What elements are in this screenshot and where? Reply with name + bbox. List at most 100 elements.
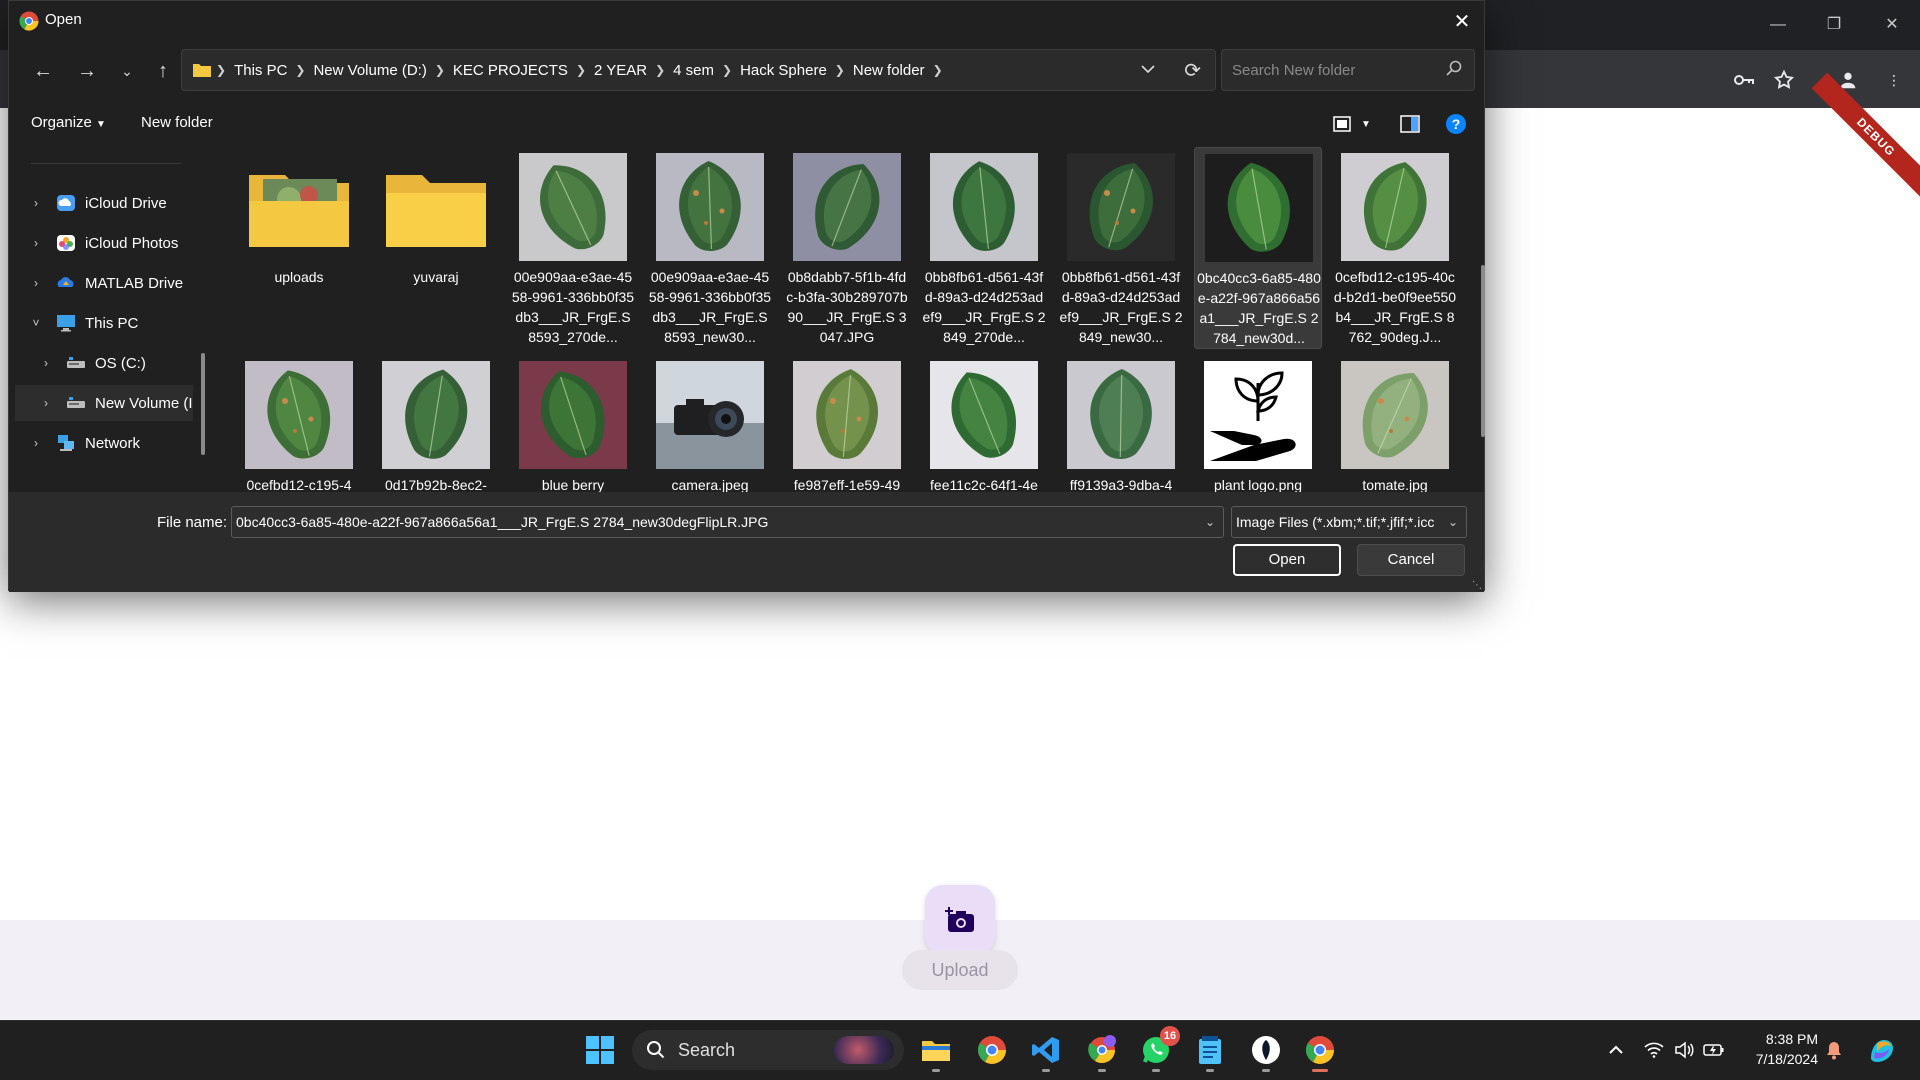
breadcrumb-this-pc[interactable]: This PC bbox=[234, 62, 287, 79]
cancel-button[interactable]: Cancel bbox=[1357, 544, 1465, 576]
breadcrumb-new-volume[interactable]: New Volume (D:) bbox=[313, 62, 426, 79]
wifi-icon[interactable] bbox=[1642, 1038, 1666, 1062]
taskbar-search[interactable]: Search bbox=[632, 1030, 904, 1070]
up-arrow-icon[interactable]: ↑ bbox=[147, 55, 179, 87]
taskbar-leaf-app[interactable] bbox=[1246, 1030, 1286, 1072]
chevron-right-icon[interactable]: › bbox=[29, 436, 43, 450]
breadcrumb-2-year[interactable]: 2 YEAR bbox=[594, 62, 647, 79]
preview-pane-icon[interactable] bbox=[1399, 113, 1421, 135]
file-item-00e909aa-e3ae-4558-9961-[interactable]: 00e909aa-e3ae-4558-9961-336bb0f35db3___J… bbox=[646, 147, 774, 349]
file-item-camera-jpeg[interactable]: camera.jpeg bbox=[646, 355, 774, 492]
search-input[interactable] bbox=[1222, 50, 1432, 90]
taskbar-whatsapp[interactable]: 16 bbox=[1136, 1026, 1180, 1072]
minimize-icon[interactable]: — bbox=[1758, 10, 1798, 40]
file-name-input[interactable]: 0bc40cc3-6a85-480e-a22f-967a866a56a1___J… bbox=[231, 506, 1224, 538]
file-item-0cefbd12-c195-40cd-b2d1-[interactable]: 0cefbd12-c195-40cd-b2d1-be0f9ee550b4___J… bbox=[1331, 147, 1459, 349]
nav-item-this-pc[interactable]: ˅ This PC bbox=[9, 305, 187, 341]
file-item-uploads[interactable]: uploads bbox=[235, 147, 363, 349]
view-options-icon[interactable] bbox=[1331, 113, 1353, 135]
recent-locations-chevron-icon[interactable]: ⌄ bbox=[111, 55, 143, 87]
taskbar-clock[interactable]: 8:38 PM 7/18/2024 bbox=[1738, 1029, 1818, 1069]
file-item-0bc40cc3-6a85-480e-a22f-[interactable]: 0bc40cc3-6a85-480e-a22f-967a866a56a1___J… bbox=[1194, 147, 1322, 349]
address-history-chevron-icon[interactable] bbox=[1141, 61, 1155, 77]
browser-close-icon[interactable]: ✕ bbox=[1872, 10, 1912, 40]
file-item-0d17b92b-8ec2[interactable]: 0d17b92b-8ec2- bbox=[372, 355, 500, 492]
browser-menu-icon[interactable]: ⋮ bbox=[1880, 66, 1908, 94]
file-item-plant-logo-png[interactable]: plant logo.png bbox=[1194, 355, 1322, 492]
new-folder-button[interactable]: New folder bbox=[141, 114, 213, 131]
nav-item-os-c[interactable]: › OS (C:) bbox=[9, 345, 187, 381]
file-name-text: 0bb8fb61-d561-43fd-89a3-d24d253adef9___J… bbox=[922, 269, 1046, 345]
file-item-0b8dabb7-5f1b-4fdc-b3fa-[interactable]: 0b8dabb7-5f1b-4fdc-b3fa-30b289707b90___J… bbox=[783, 147, 911, 349]
address-bar[interactable]: ❯ This PC ❯ New Volume (D:) ❯ KEC PROJEC… bbox=[181, 49, 1216, 91]
taskbar-chrome-profile[interactable] bbox=[1082, 1030, 1122, 1072]
help-icon[interactable]: ? bbox=[1445, 113, 1467, 135]
resize-grip-icon[interactable]: ⋱ bbox=[1472, 580, 1482, 591]
notification-bell-icon[interactable] bbox=[1822, 1038, 1846, 1062]
dialog-close-icon[interactable]: ✕ bbox=[1448, 7, 1476, 35]
folder-yuvaraj-icon bbox=[386, 175, 486, 247]
file-item-0bb8fb61-d561-43fd-89a3-[interactable]: 0bb8fb61-d561-43fd-89a3-d24d253adef9___J… bbox=[920, 147, 1048, 349]
file-item-yuvaraj[interactable]: yuvaraj bbox=[372, 147, 500, 349]
bookmark-star-icon[interactable] bbox=[1770, 66, 1798, 94]
tray-overflow-chevron-icon[interactable] bbox=[1604, 1038, 1628, 1062]
view-dropdown-chevron-icon[interactable]: ▼ bbox=[1355, 113, 1377, 135]
file-name-text: blue berry bbox=[541, 477, 605, 492]
nav-item-new-volume-i[interactable]: › New Volume (I bbox=[15, 385, 193, 421]
nav-item-matlab-drive[interactable]: › MATLAB Drive bbox=[9, 265, 187, 301]
taskbar-chrome-active[interactable] bbox=[1300, 1030, 1340, 1072]
open-button[interactable]: Open bbox=[1233, 544, 1341, 576]
breadcrumb-4-sem[interactable]: 4 sem bbox=[673, 62, 714, 79]
breadcrumb-kec-projects[interactable]: KEC PROJECTS bbox=[453, 62, 568, 79]
start-button[interactable] bbox=[580, 1030, 620, 1070]
breadcrumb-separator-icon[interactable]: ❯ bbox=[933, 63, 943, 77]
file-item-fe987eff-1e59-49[interactable]: fe987eff-1e59-49 bbox=[783, 355, 911, 492]
chevron-right-icon[interactable]: › bbox=[39, 356, 53, 370]
file-name-text: 00e909aa-e3ae-4558-9961-336bb0f35db3___J… bbox=[648, 269, 772, 345]
file-type-select[interactable]: Image Files (*.xbm;*.tif;*.jfif;*.icc ⌄ bbox=[1231, 506, 1467, 538]
breadcrumb-new-folder[interactable]: New folder bbox=[853, 62, 925, 79]
taskbar-vscode[interactable] bbox=[1026, 1030, 1066, 1072]
restore-icon[interactable]: ❐ bbox=[1814, 10, 1854, 40]
file-item-fee11c2c-64f1-4e[interactable]: fee11c2c-64f1-4e bbox=[920, 355, 1048, 492]
nav-item-icloud-photos[interactable]: › iCloud Photos bbox=[9, 225, 187, 261]
file-type-chevron-icon[interactable]: ⌄ bbox=[1443, 507, 1458, 537]
battery-icon[interactable] bbox=[1702, 1038, 1726, 1062]
open-file-dialog: Open ✕ ← → ⌄ ↑ ❯ This PC ❯ New Volume (D… bbox=[8, 0, 1485, 592]
upload-button[interactable] bbox=[925, 885, 995, 955]
volume-icon[interactable] bbox=[1672, 1038, 1696, 1062]
file-name-history-chevron-icon[interactable]: ⌄ bbox=[1205, 507, 1215, 537]
back-arrow-icon[interactable]: ← bbox=[27, 55, 59, 87]
chevron-right-icon[interactable]: › bbox=[29, 236, 43, 250]
file-name-value: 0bc40cc3-6a85-480e-a22f-967a866a56a1___J… bbox=[236, 514, 769, 530]
taskbar-notepad[interactable] bbox=[1190, 1030, 1230, 1072]
chevron-down-icon[interactable]: ˅ bbox=[29, 316, 43, 330]
nav-item-network[interactable]: › Network bbox=[9, 425, 187, 461]
search-icon[interactable] bbox=[1446, 60, 1462, 79]
leaf-thumbnail-image bbox=[1341, 361, 1449, 469]
breadcrumb-hack-sphere[interactable]: Hack Sphere bbox=[740, 62, 827, 79]
file-item-blue-berry[interactable]: blue berry bbox=[509, 355, 637, 492]
copilot-icon[interactable] bbox=[1866, 1038, 1898, 1062]
password-key-icon[interactable] bbox=[1730, 66, 1758, 94]
upload-label[interactable]: Upload bbox=[902, 950, 1018, 990]
file-item-0bb8fb61-d561-43fd-89a3-[interactable]: 0bb8fb61-d561-43fd-89a3-d24d253adef9___J… bbox=[1057, 147, 1185, 349]
search-box bbox=[1221, 49, 1475, 91]
file-item-ff9139a3-9dba-4[interactable]: ff9139a3-9dba-4 bbox=[1057, 355, 1185, 492]
file-item-0cefbd12-c195-4[interactable]: 0cefbd12-c195-4 bbox=[235, 355, 363, 492]
file-item-tomate-jpg[interactable]: tomate.jpg bbox=[1331, 355, 1459, 492]
nav-item-icloud-drive[interactable]: › iCloud Drive bbox=[9, 185, 187, 221]
chevron-right-icon[interactable]: › bbox=[29, 276, 43, 290]
refresh-icon[interactable]: ⟳ bbox=[1184, 58, 1201, 83]
chevron-right-icon[interactable]: › bbox=[29, 196, 43, 210]
taskbar-chrome-beta[interactable] bbox=[972, 1030, 1012, 1070]
organize-menu[interactable]: Organize ▼ bbox=[31, 114, 106, 131]
file-item-00e909aa-e3ae-4558-9961-[interactable]: 00e909aa-e3ae-4558-9961-336bb0f35db3___J… bbox=[509, 147, 637, 349]
chrome-profile-icon bbox=[1088, 1035, 1116, 1064]
command-bar: Organize ▼ New folder ▼ ? bbox=[9, 105, 1484, 141]
nav-pane-scrollbar[interactable] bbox=[201, 353, 205, 455]
forward-arrow-icon[interactable]: → bbox=[71, 55, 103, 87]
file-list-scrollbar[interactable] bbox=[1481, 265, 1485, 437]
chevron-right-icon[interactable]: › bbox=[39, 396, 53, 410]
taskbar-file-explorer[interactable] bbox=[916, 1030, 956, 1072]
